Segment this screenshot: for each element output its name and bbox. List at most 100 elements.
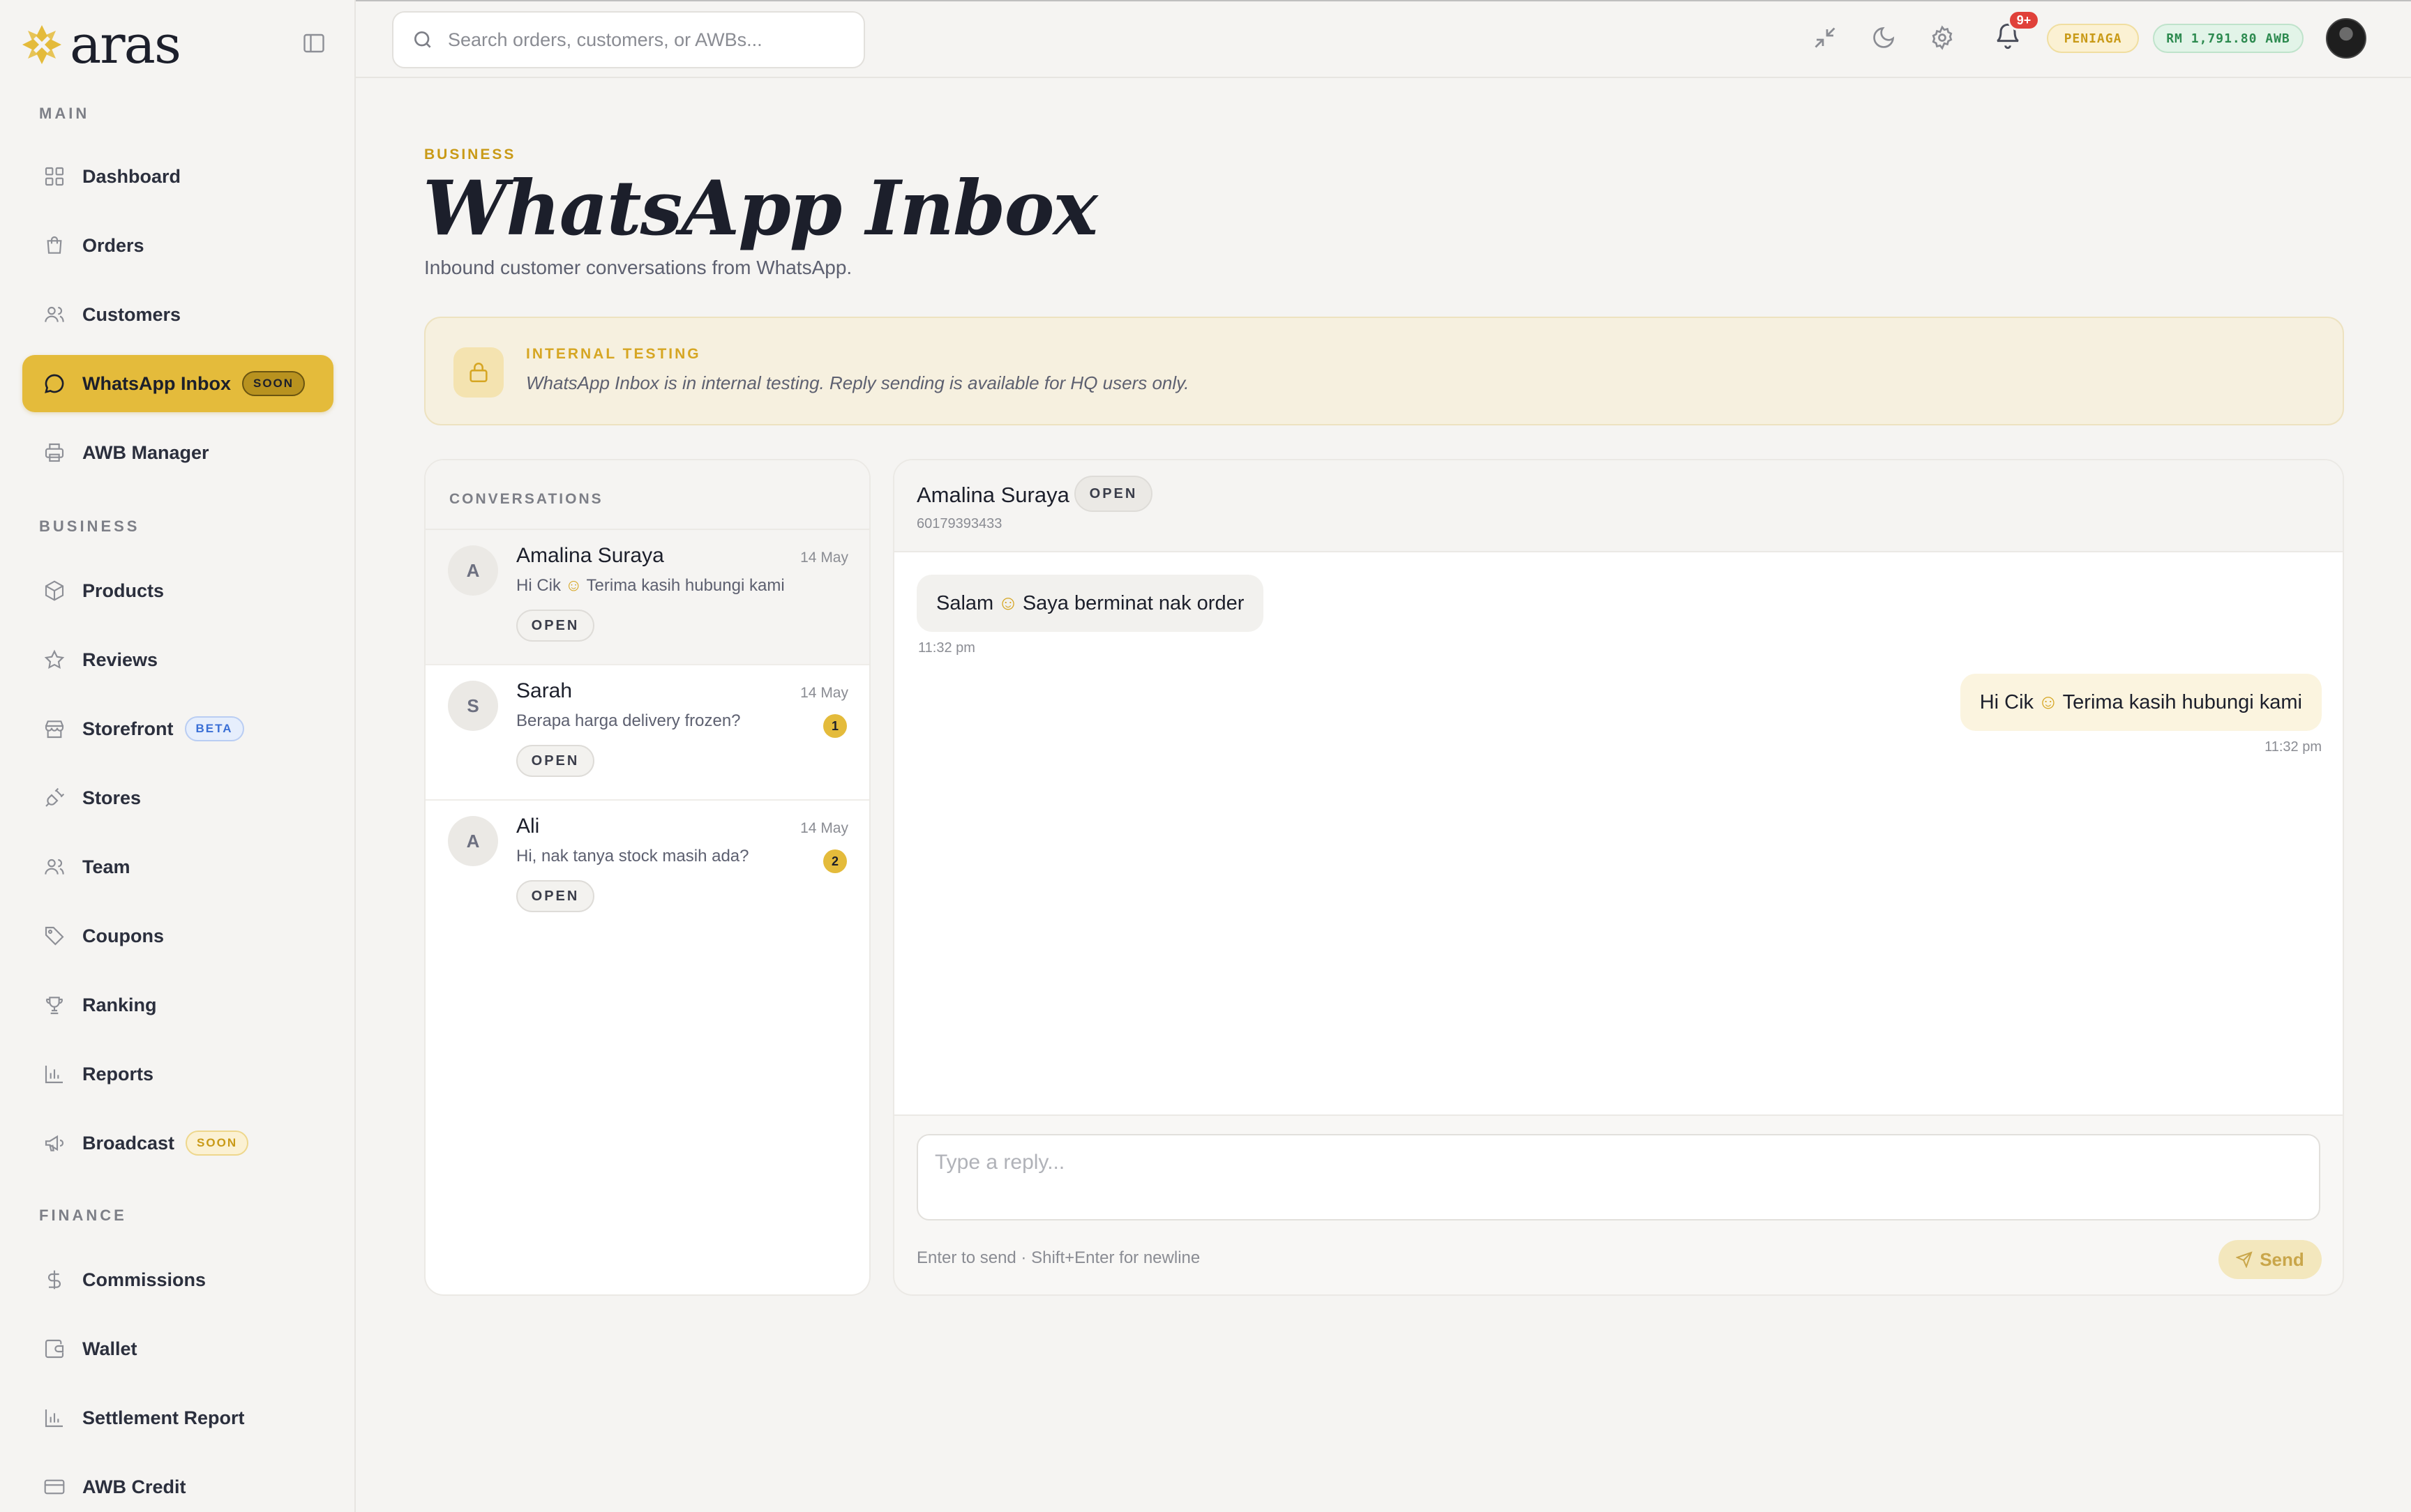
page-eyebrow: BUSINESS (424, 146, 516, 162)
conversations-panel: CONVERSATIONS A Amalina Suraya 14 May Hi… (424, 459, 871, 1296)
chat-contact-name: Amalina Suraya (917, 483, 1069, 507)
internal-testing-banner: INTERNAL TESTING WhatsApp Inbox is in in… (424, 317, 2344, 425)
bag-icon (47, 236, 62, 254)
sidebar-item-ranking[interactable]: Ranking (22, 976, 333, 1034)
preview-text: Hi Cik (516, 576, 561, 595)
sidebar-item-reviews[interactable]: Reviews (22, 631, 333, 688)
collapse-arrows-icon[interactable] (1812, 25, 1838, 50)
avatar: A (448, 816, 498, 866)
trophy-icon (46, 997, 63, 1015)
sidebar-item-label: Ranking (82, 994, 157, 1015)
unread-count-badge: 1 (823, 714, 847, 738)
sidebar-item-label: AWB Credit (82, 1476, 186, 1497)
reply-input[interactable] (917, 1134, 2320, 1220)
send-hint: Enter to send · Shift+Enter for newline (917, 1248, 1201, 1267)
sidebar-item-label: Reports (82, 1063, 154, 1084)
lock-icon (453, 347, 504, 398)
sidebar-item-customers[interactable]: Customers (22, 286, 333, 343)
sidebar-item-dashboard[interactable]: Dashboard (22, 148, 333, 205)
smile-emoji-icon: ☺ (565, 576, 583, 595)
sidebar-item-reports[interactable]: Reports (22, 1045, 333, 1103)
sidebar-item-label: Broadcast (82, 1132, 175, 1154)
status-badge: OPEN (516, 745, 594, 777)
search-box[interactable] (392, 11, 865, 68)
tag-icon (45, 926, 64, 946)
message-text: Hi Cik (1979, 690, 2034, 713)
sidebar-item-broadcast[interactable]: Broadcast SOON (22, 1114, 333, 1172)
sidebar: aras MAIN Dashboard Orders Customers Wha… (0, 0, 356, 1512)
sidebar-item-label: WhatsApp Inbox (82, 372, 231, 394)
sidebar-item-storefront[interactable]: Storefront BETA (22, 700, 333, 757)
sidebar-item-awb-credit[interactable]: AWB Credit (22, 1458, 333, 1512)
beta-badge: BETA (184, 716, 244, 741)
outgoing-message: Hi Cik ☺ Terima kasih hubungi kami (1960, 674, 2322, 731)
credit-card-icon (44, 1479, 65, 1495)
sidebar-item-label: Reviews (82, 649, 158, 670)
search-icon (414, 31, 431, 48)
sidebar-item-label: Orders (82, 234, 144, 256)
conversation-preview: Hi, nak tanya stock masih ada? (516, 847, 749, 865)
sidebar-item-products[interactable]: Products (22, 562, 333, 619)
gear-icon[interactable] (1930, 25, 1955, 50)
sidebar-item-wallet[interactable]: Wallet (22, 1320, 333, 1377)
sidebar-item-awb-manager[interactable]: AWB Manager (22, 424, 333, 481)
sidebar-item-label: Products (82, 580, 165, 601)
incoming-message: Salam ☺ Saya berminat nak order (917, 575, 1264, 632)
conversation-date: 14 May (800, 820, 848, 836)
megaphone-icon (45, 1135, 64, 1151)
sidebar-item-settlement-report[interactable]: Settlement Report (22, 1389, 333, 1446)
awb-balance-badge[interactable]: RM 1,791.80 AWB (2153, 24, 2304, 53)
users-icon (45, 859, 64, 875)
smile-emoji-icon: ☺ (2038, 690, 2059, 713)
printer-icon (45, 443, 64, 462)
brand[interactable]: aras (20, 17, 181, 73)
page-subtitle: Inbound customer conversations from What… (424, 257, 853, 278)
status-badge: OPEN (516, 880, 594, 912)
sidebar-item-team[interactable]: Team (22, 838, 333, 895)
unread-count-badge: 2 (823, 849, 847, 873)
sidebar-item-label: Team (82, 856, 130, 877)
users-icon (45, 306, 64, 322)
conversation-name: Ali (516, 815, 540, 838)
sidebar-item-orders[interactable]: Orders (22, 217, 333, 274)
conversation-preview: Berapa harga delivery frozen? (516, 711, 741, 730)
wallet-icon (45, 1339, 64, 1359)
sidebar-item-coupons[interactable]: Coupons (22, 907, 333, 965)
grid-icon (45, 167, 64, 186)
status-badge: OPEN (1074, 476, 1152, 512)
chat-contact-phone: 60179393433 (917, 516, 1002, 531)
banner-text: WhatsApp Inbox is in internal testing. R… (526, 372, 1189, 393)
moon-icon[interactable] (1871, 25, 1896, 50)
status-badge: OPEN (516, 610, 594, 642)
sidebar-item-commissions[interactable]: Commissions (22, 1251, 333, 1308)
message-text: Saya berminat nak order (1022, 591, 1245, 614)
sidebar-item-label: Customers (82, 303, 181, 325)
send-button[interactable]: Send (2218, 1240, 2322, 1279)
sidebar-toggle-icon[interactable] (301, 31, 326, 56)
search-input[interactable] (448, 29, 853, 51)
box-icon (45, 580, 64, 601)
sidebar-item-stores[interactable]: Stores (22, 769, 333, 826)
dollar-icon (48, 1270, 61, 1290)
soon-badge: SOON (186, 1131, 249, 1156)
bar-chart-icon (45, 1066, 63, 1084)
preview-text: Terima kasih hubungi kami (586, 576, 785, 595)
plug-icon (45, 787, 65, 807)
conversation-item[interactable]: A Amalina Suraya 14 May Hi Cik ☺ Terima ka… (426, 530, 869, 665)
sidebar-item-label: Wallet (82, 1338, 137, 1359)
conversation-name: Sarah (516, 679, 573, 702)
page-title: WhatsApp Inbox (423, 165, 1098, 252)
aras-logo-icon (22, 25, 61, 64)
user-avatar[interactable] (2326, 18, 2366, 59)
nav-section-business: BUSINESS (39, 517, 140, 535)
message-text: Terima kasih hubungi kami (2062, 690, 2302, 713)
conversation-item[interactable]: A Ali 14 May Hi, nak tanya stock masih a… (426, 801, 869, 936)
sidebar-item-label: Coupons (82, 925, 164, 946)
send-label: Send (2260, 1248, 2304, 1270)
conversation-date: 14 May (800, 685, 848, 701)
sidebar-item-label: Settlement Report (82, 1407, 245, 1428)
nav-section-finance: FINANCE (39, 1207, 127, 1224)
sidebar-item-label: Stores (82, 787, 142, 808)
conversation-item[interactable]: S Sarah 14 May Berapa harga delivery fro… (426, 665, 869, 801)
sidebar-item-whatsapp-inbox[interactable]: WhatsApp Inbox SOON (22, 355, 333, 412)
